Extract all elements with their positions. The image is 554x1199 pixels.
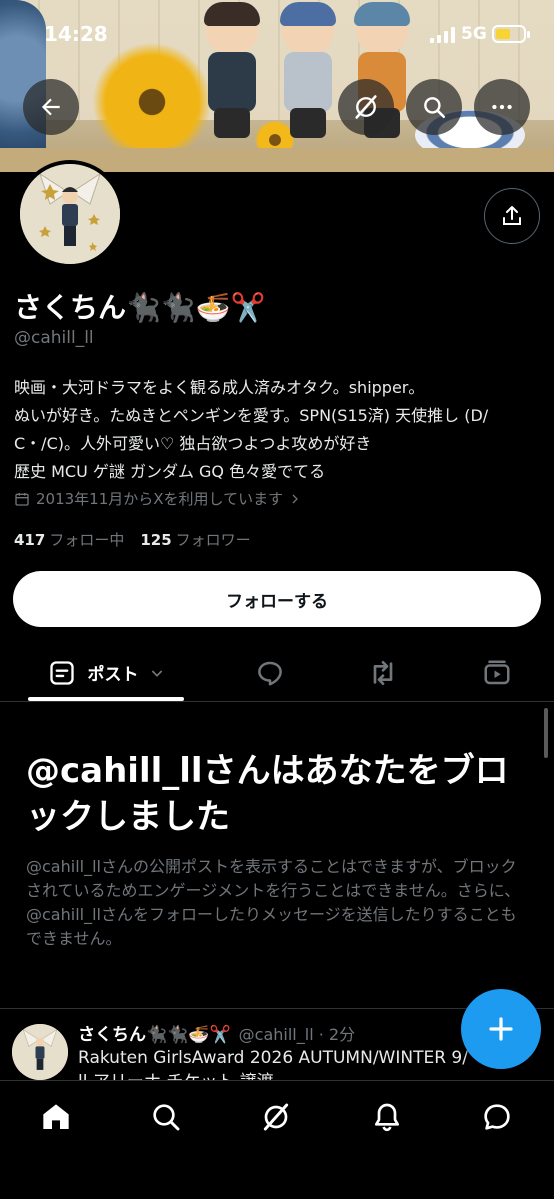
blocked-title: @cahill_llさんはあなたをブロックしました [26, 751, 509, 837]
battery-icon [492, 25, 530, 43]
joined-text: 2013年11月からXを利用しています [36, 490, 284, 508]
more-icon [492, 104, 512, 110]
calendar-icon [15, 492, 29, 506]
profile-handle: @cahill_ll [14, 328, 94, 348]
nav-search[interactable] [148, 1099, 184, 1135]
status-bar: 14:28 5G [0, 0, 554, 70]
compose-button[interactable] [461, 989, 541, 1069]
tab-replies[interactable] [250, 644, 290, 701]
search-button[interactable] [406, 79, 462, 135]
bottom-navigation [0, 1080, 554, 1199]
followers-label: フォロワー [175, 531, 251, 549]
tab-posts-label: ポスト [87, 665, 139, 685]
search-icon [424, 97, 446, 119]
bio-line: ぬいが好き。たぬきとペンギンを愛す。SPN(S15済) 天使推し (D/ [14, 406, 489, 425]
media-icon [484, 660, 510, 684]
chevron-down-icon [151, 669, 162, 677]
share-button[interactable] [484, 188, 540, 244]
grok-icon [355, 95, 377, 119]
search-icon [153, 1104, 180, 1131]
share-icon [503, 206, 521, 225]
profile-bio: 映画・大河ドラマをよく観る成人済みオタク。shipper。 ぬいが好き。たぬきと… [14, 374, 540, 486]
grok-button[interactable] [338, 79, 394, 135]
plus-icon [489, 1017, 513, 1041]
joined-date[interactable]: 2013年11月からXを利用しています [14, 488, 301, 509]
following-link[interactable]: 417 フォロー中 [14, 529, 124, 550]
bio-line: 歴史 MCU ゲ謎 ガンダム GQ 色々愛でてる [14, 462, 326, 481]
profile-tabs: ポスト [0, 644, 554, 702]
replies-icon [258, 661, 282, 685]
back-arrow-icon [41, 98, 60, 116]
bio-line: 映画・大河ドラマをよく観る成人済みオタク。shipper。 [14, 378, 425, 397]
nav-notifications[interactable] [369, 1099, 405, 1135]
bio-line: C・/C)。人外可愛い♡ 独占欲つよつよ攻めが好き [14, 434, 372, 453]
nav-messages[interactable] [479, 1099, 515, 1135]
reposts-icon [373, 660, 393, 685]
profile-avatar[interactable] [16, 160, 124, 268]
nav-grok[interactable] [258, 1099, 294, 1135]
signal-icon [430, 27, 455, 43]
follow-button[interactable]: フォローする [13, 571, 541, 627]
status-time: 14:28 [44, 22, 108, 46]
posts-icon [49, 660, 74, 685]
back-button[interactable] [23, 79, 79, 135]
nav-home[interactable] [38, 1099, 74, 1135]
home-icon [43, 1104, 69, 1129]
scrollbar[interactable] [544, 708, 548, 758]
tab-media[interactable] [477, 644, 517, 701]
blocked-description: @cahill_llさんの公開ポストを表示することはできますが、ブロックされてい… [26, 857, 521, 948]
following-count: 417 [14, 531, 46, 549]
more-button[interactable] [474, 79, 530, 135]
followers-link[interactable]: 125 フォロワー [140, 529, 250, 550]
tab-reposts[interactable] [363, 644, 403, 701]
messages-icon [484, 1104, 510, 1130]
tab-posts[interactable]: ポスト [28, 644, 184, 701]
post-author-name[interactable]: さくちん🐈‍⬛🐈‍⬛🍜✂️ [78, 1020, 231, 1045]
post-avatar[interactable] [12, 1024, 68, 1080]
post-header: さくちん🐈‍⬛🐈‍⬛🍜✂️ @cahill_ll · 2分 [78, 1020, 355, 1045]
tab-active-indicator [28, 697, 184, 701]
following-label: フォロー中 [49, 531, 125, 549]
profile-display-name: さくちん🐈‍⬛🐈‍⬛🍜✂️ [14, 291, 266, 324]
follow-stats: 417 フォロー中 125 フォロワー [14, 529, 251, 550]
post-avatar-illustration [12, 1024, 68, 1080]
followers-count: 125 [140, 531, 172, 549]
notifications-icon [375, 1103, 399, 1132]
network-label: 5G [461, 24, 487, 44]
post-meta: @cahill_ll · 2分 [238, 1025, 356, 1044]
avatar-illustration [20, 164, 120, 264]
chevron-right-icon [292, 494, 298, 503]
grok-icon [263, 1103, 289, 1131]
